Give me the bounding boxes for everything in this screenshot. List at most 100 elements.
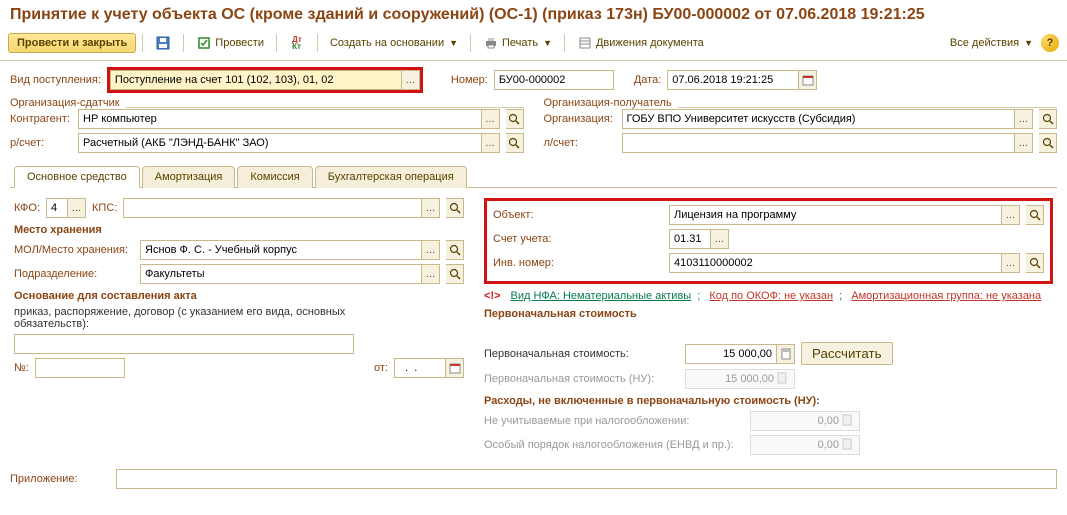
- num-label: №:: [14, 362, 29, 374]
- all-actions-button[interactable]: Все действия ▼: [944, 34, 1039, 52]
- dots-button[interactable]: …: [481, 110, 499, 128]
- calendar-icon[interactable]: [445, 359, 463, 377]
- dots-button[interactable]: …: [401, 71, 419, 89]
- lookup-button[interactable]: [506, 109, 524, 129]
- cost-label: Первоначальная стоимость:: [484, 348, 679, 360]
- acct-label: Счет учета:: [493, 233, 663, 245]
- dots-button[interactable]: …: [421, 265, 439, 283]
- dots-button[interactable]: …: [1014, 110, 1032, 128]
- mol-label: МОЛ/Место хранения:: [14, 244, 134, 256]
- sender-legend: Организация-сдатчик: [10, 97, 126, 109]
- basis-num-input[interactable]: [36, 360, 124, 376]
- tab-amortization[interactable]: Амортизация: [142, 166, 236, 188]
- org-input[interactable]: [623, 111, 1015, 127]
- laccount-label: л/счет:: [544, 137, 616, 149]
- movements-button[interactable]: Движения документа: [571, 32, 710, 54]
- cost-nu-label: Первоначальная стоимость (НУ):: [484, 373, 679, 385]
- dep-input[interactable]: [141, 266, 421, 282]
- storage-title: Место хранения: [14, 224, 464, 236]
- basis-input[interactable]: [15, 336, 353, 352]
- date-input[interactable]: [668, 72, 798, 88]
- save-icon: [155, 35, 171, 51]
- basis-title: Основание для составления акта: [14, 290, 464, 302]
- inv-label: Инв. номер:: [493, 257, 663, 269]
- post-label: Провести: [215, 37, 264, 49]
- create-based-label: Создать на основании: [330, 37, 444, 49]
- lookup-button[interactable]: [1026, 205, 1044, 225]
- exp2-value: 0,00: [818, 439, 839, 451]
- help-button[interactable]: ?: [1041, 34, 1059, 52]
- dots-button[interactable]: …: [421, 241, 439, 259]
- basis-date-input[interactable]: [395, 360, 445, 376]
- dots-button[interactable]: …: [1001, 206, 1019, 224]
- print-icon: [483, 35, 499, 51]
- receipt-type-label: Вид поступления:: [10, 74, 101, 86]
- chevron-down-icon: ▼: [543, 38, 552, 48]
- tabs: Основное средство Амортизация Комиссия Б…: [10, 165, 1057, 188]
- post-and-close-button[interactable]: Провести и закрыть: [8, 33, 136, 53]
- amort-link[interactable]: Амортизационная группа: не указана: [851, 290, 1041, 302]
- lookup-button[interactable]: [446, 240, 464, 260]
- lookup-button[interactable]: [506, 133, 524, 153]
- kfo-input[interactable]: [47, 200, 67, 216]
- warn-icon: <!>: [484, 290, 501, 302]
- inv-input[interactable]: [670, 255, 1001, 271]
- lookup-button[interactable]: [1026, 253, 1044, 273]
- raccount-input[interactable]: [79, 135, 481, 151]
- tab-main-asset[interactable]: Основное средство: [14, 166, 140, 188]
- page-title: Принятие к учету объекта ОС (кроме здани…: [0, 0, 1067, 28]
- save-button[interactable]: [149, 32, 177, 54]
- okof-link[interactable]: Код по ОКОФ: не указан: [709, 290, 833, 302]
- exp1-label: Не учитываемые при налогообложении:: [484, 415, 744, 427]
- tab-commission[interactable]: Комиссия: [237, 166, 312, 188]
- tab-accounting-op[interactable]: Бухгалтерская операция: [315, 166, 467, 188]
- attach-label: Приложение:: [10, 473, 110, 485]
- calc-icon[interactable]: [776, 345, 794, 363]
- chevron-down-icon: ▼: [449, 38, 458, 48]
- ot-label: от:: [374, 362, 388, 374]
- exp1-value: 0,00: [818, 415, 839, 427]
- dots-button[interactable]: …: [1014, 134, 1032, 152]
- dots-button[interactable]: …: [421, 199, 439, 217]
- receiver-legend: Организация-получатель: [544, 97, 678, 109]
- laccount-input[interactable]: [623, 135, 1015, 151]
- lookup-button[interactable]: [1039, 109, 1057, 129]
- dots-button[interactable]: …: [710, 230, 728, 248]
- lookup-button[interactable]: [446, 198, 464, 218]
- kps-label: КПС:: [92, 202, 117, 214]
- exp2-label: Особый порядок налогообложения (ЕНВД и п…: [484, 439, 744, 451]
- lookup-button[interactable]: [1039, 133, 1057, 153]
- print-button[interactable]: Печать ▼: [477, 32, 558, 54]
- kps-input[interactable]: [124, 200, 421, 216]
- object-input[interactable]: [670, 207, 1001, 223]
- calculate-button[interactable]: Рассчитать: [801, 342, 893, 365]
- dots-button[interactable]: …: [1001, 254, 1019, 272]
- basis-text: приказ, распоряжение, договор (с указани…: [14, 306, 374, 330]
- mol-input[interactable]: [141, 242, 421, 258]
- calendar-icon[interactable]: [798, 71, 816, 89]
- dt-kt-icon: ДтКт: [289, 35, 305, 51]
- nfa-link[interactable]: Вид НФА: Нематериальные активы: [511, 290, 692, 302]
- raccount-label: р/счет:: [10, 137, 72, 149]
- receipt-type-input[interactable]: [111, 72, 401, 88]
- movements-icon: [577, 35, 593, 51]
- acct-input[interactable]: [670, 231, 710, 247]
- create-based-button[interactable]: Создать на основании ▼: [324, 34, 464, 52]
- lookup-button[interactable]: [446, 264, 464, 284]
- cost-input[interactable]: [686, 346, 776, 362]
- counterparty-input[interactable]: [79, 111, 481, 127]
- kfo-label: КФО:: [14, 202, 40, 214]
- attach-input[interactable]: [117, 471, 1056, 487]
- dots-button[interactable]: …: [67, 199, 85, 217]
- movements-label: Движения документа: [596, 37, 704, 49]
- print-label: Печать: [502, 37, 538, 49]
- dep-label: Подразделение:: [14, 268, 134, 280]
- org-label: Организация:: [544, 113, 616, 125]
- number-input[interactable]: [495, 72, 613, 88]
- post-button[interactable]: Провести: [190, 32, 270, 54]
- exp-title: Расходы, не включенные в первоначальную …: [484, 395, 844, 407]
- cost-nu-value: 15 000,00: [725, 373, 774, 385]
- dots-button[interactable]: …: [481, 134, 499, 152]
- post-icon: [196, 35, 212, 51]
- dt-kt-button[interactable]: ДтКт: [283, 32, 311, 54]
